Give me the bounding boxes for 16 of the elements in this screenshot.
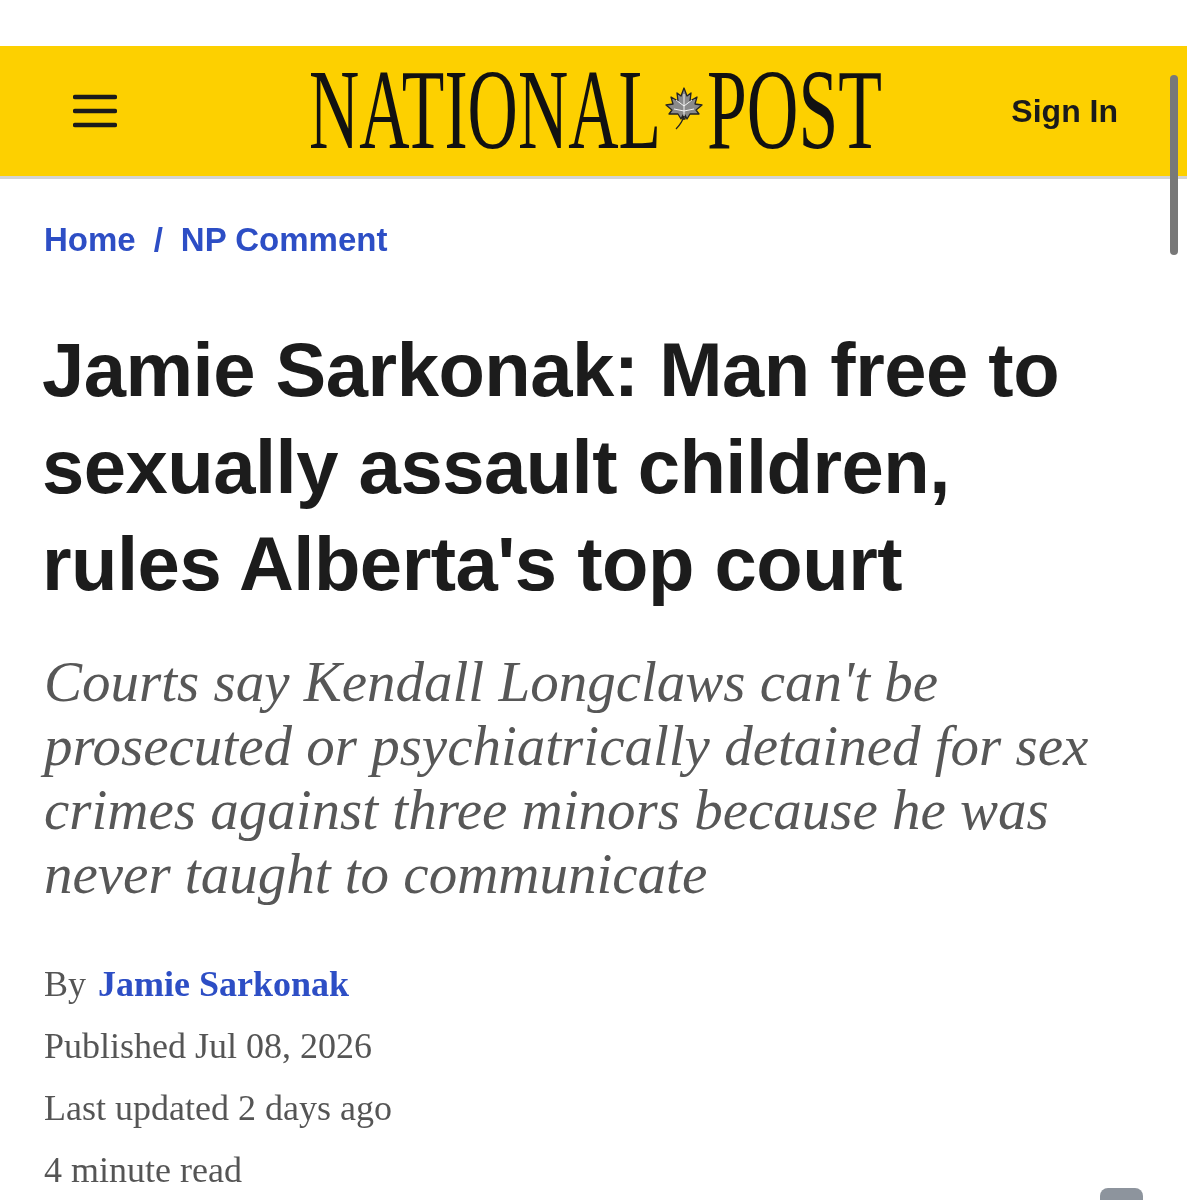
article-headline: Jamie Sarkonak: Man free to sexually assault children, rules Alberta's top court <box>42 326 1061 608</box>
byline-label: By <box>44 963 86 1006</box>
breadcrumb-link[interactable]: Home <box>44 220 136 260</box>
sign-in-button[interactable]: Sign In <box>1011 91 1118 131</box>
author-link[interactable]: Jamie Sarkonak <box>98 953 350 1015</box>
read-time: 4 minute read <box>44 1149 242 1192</box>
logo-text[interactable]: POST <box>704 68 885 154</box>
logo-text[interactable]: NATIONAL <box>306 68 664 154</box>
menu-icon[interactable] <box>73 94 117 128</box>
breadcrumb-separator: / <box>153 220 163 260</box>
maple-leaf-icon <box>664 86 704 130</box>
published-date: Published Jul 08, 2026 <box>44 1025 373 1068</box>
floating-button[interactable] <box>1100 1188 1143 1200</box>
scrollbar-thumb[interactable] <box>1170 75 1178 255</box>
updated-time: Last updated 2 days ago <box>44 1087 392 1130</box>
breadcrumb-link[interactable]: NP Comment <box>180 220 388 260</box>
